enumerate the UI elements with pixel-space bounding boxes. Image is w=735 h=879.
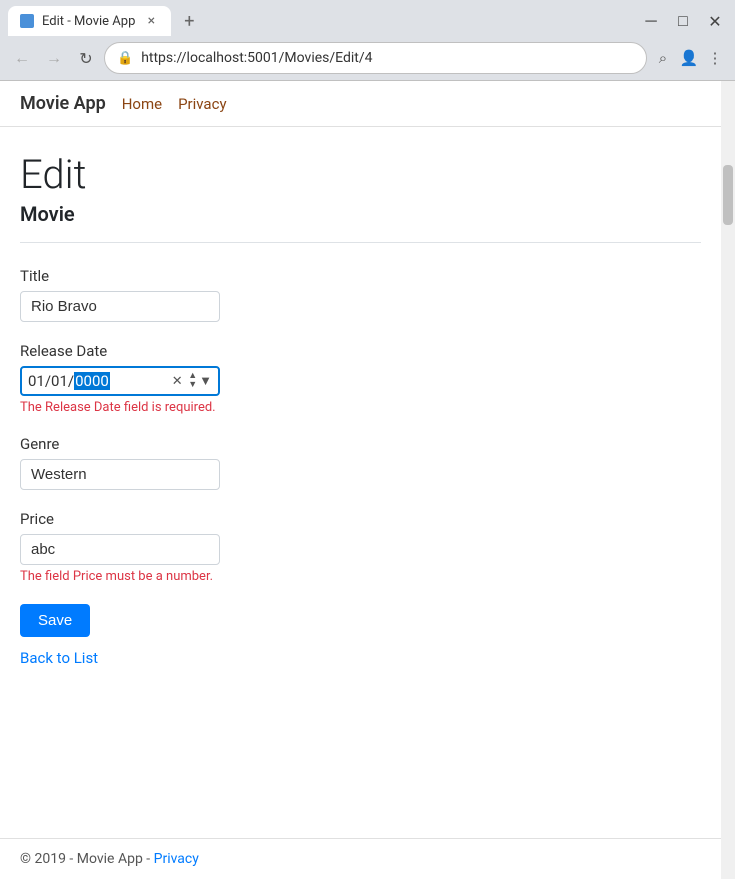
refresh-button[interactable]: ↻ [72,44,100,72]
release-date-input-wrapper[interactable]: 01/01/0000 ✕ ▲ ▼ ▼ [20,366,220,396]
price-field-group: Price The field Price must be a number. [20,510,701,584]
release-date-partial: 01/01/ [28,372,74,390]
genre-field-group: Genre [20,435,701,490]
save-button[interactable]: Save [20,604,90,637]
maximize-button[interactable]: □ [671,9,695,33]
title-field-group: Title [20,267,701,322]
window-close-button[interactable]: ✕ [703,9,727,33]
tab-close-button[interactable]: × [143,13,159,29]
address-bar[interactable]: 🔒 https://localhost:5001/Movies/Edit/4 [104,42,647,74]
date-dropdown-button[interactable]: ▼ [199,373,212,389]
date-spin-down-button[interactable]: ▼ [188,381,197,390]
new-tab-button[interactable]: + [175,7,203,35]
browser-chrome: Edit - Movie App × + ─ □ ✕ ← → ↻ 🔒 https… [0,0,735,81]
date-controls: ✕ ▲ ▼ ▼ [168,372,212,390]
genre-label: Genre [20,435,701,453]
price-error: The field Price must be a number. [20,569,701,584]
footer-text: © 2019 - Movie App - [20,851,154,867]
genre-input[interactable] [20,459,220,490]
date-clear-button[interactable]: ✕ [168,372,186,390]
page-content: Movie App Home Privacy Edit Movie Title … [0,81,721,879]
nav-header: Movie App Home Privacy [0,81,721,127]
release-date-label: Release Date [20,342,701,360]
search-icon[interactable]: ⌕ [651,46,675,70]
url-text: https://localhost:5001/Movies/Edit/4 [141,50,634,66]
minimize-button[interactable]: ─ [639,9,663,33]
menu-icon[interactable]: ⋮ [703,46,727,70]
profile-icon[interactable]: 👤 [677,46,701,70]
price-input[interactable] [20,534,220,565]
footer-privacy-link[interactable]: Privacy [154,851,199,867]
forward-button[interactable]: → [40,44,68,72]
app-brand: Movie App [20,93,106,114]
tab-title: Edit - Movie App [42,14,135,29]
nav-link-privacy[interactable]: Privacy [178,95,226,113]
title-bar: Edit - Movie App × + ─ □ ✕ [0,0,735,36]
main-content: Edit Movie Title Release Date 01/01/0000… [0,127,721,838]
release-date-field-group: Release Date 01/01/0000 ✕ ▲ ▼ ▼ The Rele [20,342,701,415]
date-spinner: ▲ ▼ [188,372,197,390]
page-footer: © 2019 - Movie App - Privacy [0,838,721,879]
browser-right-icons: ⌕ 👤 ⋮ [651,46,727,70]
page-title: Edit [20,151,701,198]
release-date-year: 0000 [74,372,110,390]
nav-link-home[interactable]: Home [122,95,162,113]
release-date-error: The Release Date field is required. [20,400,701,415]
tab-favicon [20,14,34,28]
title-label: Title [20,267,701,285]
page-subheading: Movie [20,202,701,226]
address-bar-row: ← → ↻ 🔒 https://localhost:5001/Movies/Ed… [0,36,735,80]
release-date-value: 01/01/0000 [28,372,164,390]
lock-icon: 🔒 [117,51,133,66]
window-controls: ─ □ ✕ [639,9,727,33]
price-label: Price [20,510,701,528]
scrollbar-track[interactable] [721,161,735,879]
scrollbar-thumb[interactable] [723,165,733,225]
back-button[interactable]: ← [8,44,36,72]
back-to-list-link[interactable]: Back to List [20,649,701,667]
divider [20,242,701,243]
browser-tab[interactable]: Edit - Movie App × [8,6,171,36]
title-input[interactable] [20,291,220,322]
